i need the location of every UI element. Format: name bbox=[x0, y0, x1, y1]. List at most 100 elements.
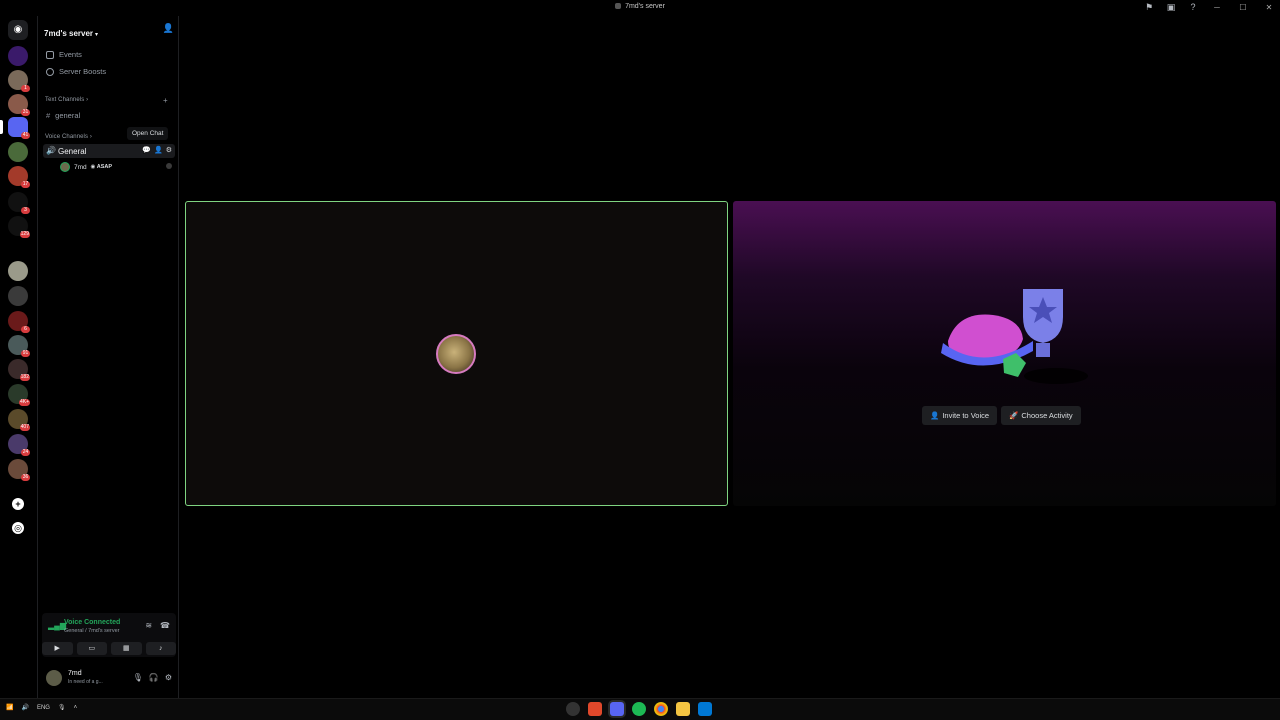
unread-badge: 3 bbox=[21, 207, 30, 214]
server-icon[interactable]: 17 bbox=[8, 166, 30, 188]
unread-badge: 36 bbox=[21, 474, 30, 481]
channel-sidebar: 7md's server ▾ 👤 Events Server Boosts Tex… bbox=[37, 16, 179, 698]
server-name: 7md's server bbox=[44, 29, 94, 38]
server-icon[interactable]: 129 bbox=[8, 216, 30, 238]
gear-icon[interactable]: ⚙ bbox=[165, 673, 172, 682]
camera-button[interactable]: ▶ bbox=[42, 642, 73, 655]
home-button[interactable]: ◉ bbox=[8, 20, 28, 40]
unread-badge: 407 bbox=[19, 424, 30, 431]
server-icon[interactable]: 4K+ bbox=[8, 384, 30, 406]
voice-location[interactable]: General / 7md's server bbox=[64, 628, 119, 634]
volume-icon[interactable]: 🔊 bbox=[21, 704, 28, 711]
category-text-channels[interactable]: Text Channels › + bbox=[45, 96, 168, 105]
avatar bbox=[60, 162, 70, 172]
calendar-icon bbox=[46, 50, 54, 59]
voice-status: Voice Connected bbox=[64, 619, 121, 626]
participant-avatar bbox=[436, 334, 476, 374]
taskbar: 📶 🔊 ENG 🎙 ˄ bbox=[0, 698, 1280, 720]
guild-tag: ◉ ASAP bbox=[90, 164, 113, 170]
hash-icon: # bbox=[46, 111, 51, 120]
shadow bbox=[1024, 368, 1088, 384]
user-status: In need of a g... bbox=[68, 679, 103, 685]
unread-badge: 41 bbox=[21, 132, 30, 139]
voice-user-7md[interactable]: 7md ◉ ASAP bbox=[60, 162, 172, 172]
microphone-icon[interactable]: 🎙 bbox=[58, 704, 66, 711]
settings-app-icon[interactable] bbox=[566, 702, 580, 716]
activity-icon bbox=[166, 163, 172, 169]
server-icon-active[interactable]: 41 bbox=[8, 117, 30, 139]
spotify-app-icon[interactable] bbox=[632, 702, 646, 716]
server-icon[interactable]: 3 bbox=[8, 192, 30, 214]
invite-icon[interactable]: 👤 bbox=[154, 146, 163, 154]
activity-tile: 👤 Invite to Voice 🚀 Choose Activity bbox=[733, 201, 1276, 506]
server-icon[interactable]: 91 bbox=[8, 335, 30, 357]
headphones-icon[interactable]: 🎧 bbox=[149, 673, 159, 682]
network-icon[interactable]: 📶 bbox=[6, 704, 13, 711]
server-icon[interactable] bbox=[8, 46, 28, 66]
create-channel-icon[interactable]: + bbox=[163, 96, 168, 105]
trophy-illustration bbox=[941, 289, 1088, 384]
server-icon[interactable]: 1 bbox=[8, 70, 30, 92]
server-icon[interactable]: 31 bbox=[8, 94, 30, 116]
rocket-icon: 🚀 bbox=[1009, 411, 1019, 420]
server-icon[interactable] bbox=[8, 261, 28, 281]
unread-badge: 17 bbox=[21, 181, 30, 188]
server-icon[interactable]: 407 bbox=[8, 409, 30, 431]
add-server-button[interactable]: + bbox=[12, 498, 24, 510]
server-icon[interactable] bbox=[8, 286, 28, 306]
activities-button[interactable]: ▦ bbox=[111, 642, 142, 655]
server-icon[interactable]: 36 bbox=[8, 459, 30, 481]
disconnect-icon[interactable]: ☎ bbox=[160, 621, 170, 630]
chevron-up-icon[interactable]: ˄ bbox=[74, 705, 78, 711]
chrome-app-icon[interactable] bbox=[654, 702, 668, 716]
close-button[interactable]: ✕ bbox=[1262, 3, 1276, 12]
server-icon[interactable]: 182 bbox=[8, 359, 30, 381]
window-title: 7md's server bbox=[0, 3, 1280, 10]
boost-icon bbox=[46, 67, 54, 76]
noise-suppression-icon[interactable]: ≋ bbox=[145, 621, 152, 630]
server-rail: ◉ 1 31 41 17 3 129 6 91 182 4K+ 407 24 3… bbox=[0, 16, 36, 698]
trophy-stem bbox=[1036, 343, 1050, 357]
server-icon[interactable] bbox=[8, 142, 28, 162]
microphone-icon[interactable]: 🎙 bbox=[133, 673, 143, 682]
server-icon bbox=[615, 3, 622, 9]
voice-channel-general[interactable]: 🔊 General 💬 👤 ⚙ bbox=[43, 144, 175, 158]
open-chat-icon[interactable]: 💬 bbox=[142, 146, 151, 154]
help-icon[interactable]: ? bbox=[1188, 2, 1198, 12]
channel-general[interactable]: # general bbox=[46, 111, 80, 120]
inbox-icon[interactable]: ▣ bbox=[1166, 2, 1176, 12]
voice-participant-tile[interactable] bbox=[185, 201, 728, 506]
choose-activity-button[interactable]: 🚀 Choose Activity bbox=[1001, 406, 1081, 425]
discord-app-icon[interactable] bbox=[610, 702, 624, 716]
category-voice-channels[interactable]: Voice Channels › bbox=[45, 134, 92, 140]
selected-indicator bbox=[0, 120, 3, 134]
maximize-button[interactable]: ☐ bbox=[1236, 3, 1250, 12]
open-chat-tooltip: Open Chat bbox=[127, 127, 169, 140]
file-explorer-icon[interactable] bbox=[676, 702, 690, 716]
language-indicator[interactable]: ENG bbox=[37, 705, 50, 711]
brave-app-icon[interactable] bbox=[588, 702, 602, 716]
start-menu-icon[interactable] bbox=[698, 702, 712, 716]
invite-people-icon[interactable]: 👤 bbox=[163, 23, 174, 34]
nav-server-boosts[interactable]: Server Boosts bbox=[46, 67, 106, 76]
avatar[interactable] bbox=[46, 670, 62, 686]
chevron-down-icon: ▾ bbox=[95, 32, 99, 38]
unread-badge: 24 bbox=[21, 449, 30, 456]
unread-badge: 1 bbox=[21, 85, 30, 92]
server-header[interactable]: 7md's server ▾ 👤 bbox=[44, 23, 174, 38]
user-panel: 7md In need of a g... 🎙 🎧 ⚙ bbox=[42, 666, 176, 690]
speaker-icon: 🔊 bbox=[46, 146, 56, 155]
threads-icon[interactable]: ⚑ bbox=[1144, 2, 1154, 12]
discover-button[interactable]: ◎ bbox=[12, 522, 24, 534]
server-icon[interactable]: 6 bbox=[8, 311, 30, 333]
settings-icon[interactable]: ⚙ bbox=[166, 146, 172, 154]
invite-to-voice-button[interactable]: 👤 Invite to Voice bbox=[922, 406, 998, 425]
server-icon[interactable]: 24 bbox=[8, 434, 30, 456]
screen-share-button[interactable]: ▭ bbox=[76, 642, 107, 655]
username: 7md bbox=[68, 670, 82, 677]
title-bar: 7md's server ⚑ ▣ ? ─ ☐ ✕ bbox=[0, 0, 1280, 16]
minimize-button[interactable]: ─ bbox=[1210, 3, 1224, 12]
nav-events[interactable]: Events bbox=[46, 50, 82, 59]
soundboard-button[interactable]: ♪ bbox=[145, 642, 176, 655]
unread-badge: 91 bbox=[21, 350, 30, 357]
